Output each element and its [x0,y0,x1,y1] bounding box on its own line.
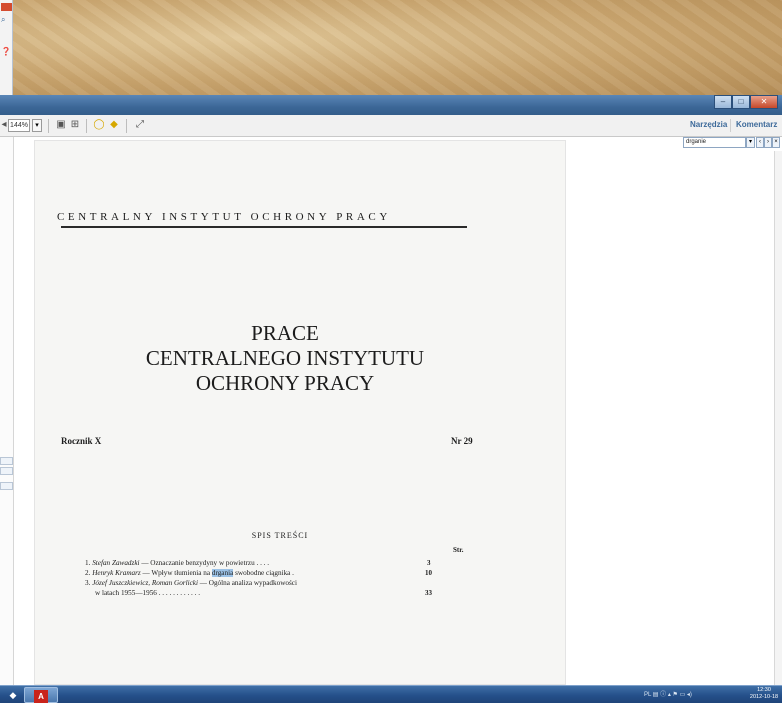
left-panel-edge[interactable] [0,137,14,685]
page-column-label: Str. [453,546,464,554]
show-hidden-icons[interactable]: ▴ [668,692,671,698]
close-button[interactable]: ✕ [750,95,778,109]
close-icon[interactable] [1,3,12,11]
print-icon[interactable]: ⊞ [69,119,81,131]
institute-header: CENTRALNY INSTYTUT OCHRONY PRACY [57,211,391,223]
document-viewer: CENTRALNY INSTYTUT OCHRONY PRACY PRACE C… [0,137,782,685]
save-icon[interactable]: ▣ [55,119,67,131]
help-tray-icon[interactable]: ⓘ [660,692,666,698]
taskbar-clock[interactable]: 12:30 2012-10-18 [748,687,780,701]
tools-link[interactable]: Narzędzia [690,120,727,129]
issue-label: Nr 29 [451,436,473,446]
toc-dots: . . . . . . . . . . . . [156,589,201,597]
pdf-reader-taskbar-button[interactable]: A [24,687,58,703]
find-options-dropdown[interactable]: ▾ [746,137,755,148]
toc-title-text: — Wpływ tłumienia na [140,569,212,577]
toc-number: 2. [85,569,91,577]
toc-entry: 2. Henryk Kramarz — Wpływ tłumienia na d… [85,569,294,577]
find-close-button[interactable]: × [772,137,780,148]
find-panel: drganie ▾ ‹ › × [566,137,782,685]
system-tray[interactable]: PL ▤ ⓘ ▴ ⚑ ▭ ◂) [644,689,692,698]
search-highlight: drgania [211,569,234,577]
toc-page-number: 10 [425,569,432,577]
toc-entry: w latach 1955—1956 . . . . . . . . . . .… [95,589,200,597]
zoom-level-input[interactable]: 144% [8,119,30,132]
desktop-wallpaper [0,0,782,95]
browser-taskbar-icon[interactable]: ◆ [6,687,20,703]
volume-icon[interactable]: ◂) [687,692,692,698]
find-previous-button[interactable]: ‹ [756,137,764,148]
zoom-out-icon[interactable]: ◂ [0,119,8,131]
title-bar[interactable]: – □ ✕ [0,95,782,115]
expand-icon[interactable]: ⤢ [134,119,146,131]
comment-icon[interactable]: ◯ [93,119,105,131]
pdf-icon: A [34,690,48,703]
header-rule [61,226,467,228]
network-icon[interactable]: ▭ [680,692,686,698]
toc-title-text: — Oznaczanie benzydyny w powietrzu [139,559,255,567]
toc-title-text: swobodne ciągnika [233,569,291,577]
volume-label: Rocznik X [61,436,102,446]
pdf-page: CENTRALNY INSTYTUT OCHRONY PRACY PRACE C… [34,140,566,685]
help-icon[interactable]: ❓ [1,48,12,56]
toolbar-divider [48,119,49,133]
highlight-icon[interactable]: ◆ [108,119,120,131]
background-window-edge[interactable]: ⌕ ❓ [0,0,13,95]
vertical-scrollbar[interactable] [774,151,782,685]
toc-number: 1. [85,559,91,567]
clock-time: 12:30 [757,687,771,693]
panel-tab[interactable] [0,467,13,475]
title-line-3: OCHRONY PRACY [195,371,375,395]
minimize-button[interactable]: – [714,95,732,109]
flag-icon[interactable]: ⚑ [673,692,678,698]
toc-title: SPIS TREŚCI [251,531,309,540]
toc-entry: 3. Józef Juszczkiewicz, Roman Gorlicki —… [85,579,297,587]
find-input[interactable]: drganie [683,137,746,148]
comment-link[interactable]: Komentarz [736,120,777,129]
pdf-reader-window: – □ ✕ ◂ 144% ▾ ▣ ⊞ ◯ ◆ ⤢ Narzędzia Komen… [0,95,782,685]
toc-author: Józef Juszczkiewicz, Roman Gorlicki [92,579,198,587]
toolbar-divider [86,119,87,133]
toc-number: 3. [85,579,91,587]
clock-date: 2012-10-18 [749,694,779,700]
toolbar: ◂ 144% ▾ ▣ ⊞ ◯ ◆ ⤢ Narzędzia Komentarz [0,115,782,137]
toc-author: Stefan Zawadzki [92,559,140,567]
toc-author: Henryk Kramarz [92,569,141,577]
toc-entry: 1. Stefan Zawadzki — Oznaczanie benzydyn… [85,559,269,567]
zoom-dropdown-button[interactable]: ▾ [32,119,42,132]
title-line-2: CENTRALNEGO INSTYTUTU [145,346,425,370]
toc-dots: . . . . [254,559,270,567]
find-next-button[interactable]: › [764,137,772,148]
toolbar-divider [730,119,731,132]
language-indicator[interactable]: PL [644,692,651,698]
toc-dots: . [290,569,294,577]
toc-title-text: — Ogólna analiza wypadkowości [197,579,297,587]
toc-page-number: 3 [427,559,431,567]
panel-tab[interactable] [0,457,13,465]
toolbar-divider [126,119,127,133]
window-controls: – □ ✕ [714,95,778,111]
panel-tab[interactable] [0,482,13,490]
maximize-button[interactable]: □ [732,95,750,109]
taskbar: ◆ A PL ▤ ⓘ ▴ ⚑ ▭ ◂) 12:30 2012-10-18 [0,685,782,703]
title-line-1: PRACE [251,321,319,345]
search-icon[interactable]: ⌕ [1,16,12,24]
toc-title-text: w latach 1955—1956 [95,589,157,597]
keyboard-icon[interactable]: ▤ [653,692,659,698]
toc-page-number: 33 [425,589,432,597]
